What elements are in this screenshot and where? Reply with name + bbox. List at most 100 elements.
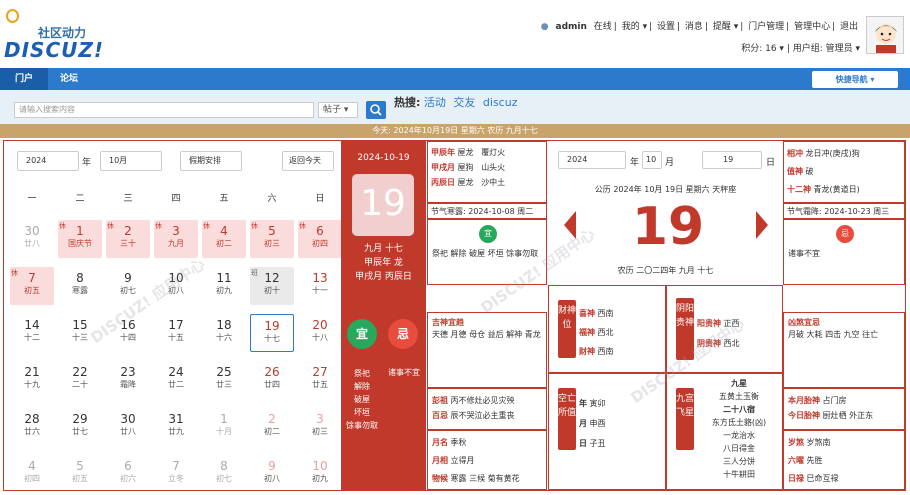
- online-status[interactable]: 在线: [594, 22, 612, 32]
- search-input[interactable]: 请输入搜索内容: [14, 102, 314, 118]
- calendar-day[interactable]: 9 初七: [106, 267, 150, 305]
- search-scope-select[interactable]: 帖子 ▾: [318, 102, 358, 118]
- yi-seal: 宜: [479, 225, 497, 243]
- day-lunar: 十一: [312, 286, 328, 295]
- mid-year-label: 年: [630, 158, 640, 168]
- calendar-day[interactable]: 休 5 初三: [250, 220, 294, 258]
- calendar-day[interactable]: 14 十二: [10, 314, 54, 352]
- holiday-select[interactable]: 假期安排: [180, 151, 242, 171]
- today-button[interactable]: 返回今天: [282, 151, 334, 171]
- day-number: 28: [24, 412, 40, 426]
- calendar-day[interactable]: 16 十四: [106, 314, 150, 352]
- credits-menu[interactable]: 积分: 16 ▾: [741, 44, 784, 54]
- calendar-day[interactable]: 26 廿四: [250, 361, 294, 399]
- calendar-day[interactable]: 28 廿六: [10, 408, 54, 446]
- mid-year-select[interactable]: 2024: [558, 151, 626, 169]
- mid-month-select[interactable]: 10: [642, 151, 662, 169]
- calendar-day[interactable]: 休 7 初五: [10, 267, 54, 305]
- prev-day-arrow[interactable]: [564, 211, 576, 239]
- calendar-day[interactable]: 22 二十: [58, 361, 102, 399]
- day-lunar: 初九: [216, 286, 232, 295]
- avatar[interactable]: [866, 16, 904, 54]
- hot-link[interactable]: 交友: [453, 96, 475, 109]
- day-lunar: 廿七: [72, 427, 88, 436]
- calendar-day[interactable]: 24 廿二: [154, 361, 198, 399]
- day-number: 18: [216, 318, 232, 332]
- holiday-tag: 休: [11, 269, 18, 277]
- calendar-day[interactable]: 休 2 三十: [106, 220, 150, 258]
- calendar-day[interactable]: 18 十六: [202, 314, 246, 352]
- suisha-box: 岁煞 岁煞南 六曜 先胜 日禄 巳命互禄: [783, 430, 905, 490]
- calendar-day[interactable]: 30 廿八: [10, 220, 54, 258]
- quick-nav-button[interactable]: 快捷导航 ▾: [812, 71, 898, 88]
- calendar-day[interactable]: 休 3 九月: [154, 220, 198, 258]
- jiugong-row: 一龙治水: [723, 431, 755, 440]
- day-lunar: 十二: [24, 333, 40, 342]
- calendar-day[interactable]: 10 初八: [154, 267, 198, 305]
- calendar-day[interactable]: 11 初九: [202, 267, 246, 305]
- logout-link[interactable]: 退出: [840, 22, 858, 32]
- calendar-day[interactable]: 25 廿三: [202, 361, 246, 399]
- nav-forum[interactable]: 论坛: [48, 68, 90, 90]
- day-number: 30: [120, 412, 136, 426]
- day-lunar: 十月: [216, 427, 232, 436]
- calendar-day[interactable]: 20 十八: [298, 314, 342, 352]
- calendar-day[interactable]: 休 6 初四: [298, 220, 342, 258]
- calendar-day[interactable]: 1 十月: [202, 408, 246, 446]
- mid-day-select[interactable]: 19: [702, 151, 762, 169]
- portal-admin-link[interactable]: 门户管理: [748, 22, 784, 32]
- calendar-day[interactable]: 17 十五: [154, 314, 198, 352]
- calendar-day[interactable]: 7 立冬: [154, 455, 198, 493]
- nav-portal[interactable]: 门户: [0, 68, 48, 90]
- username-link[interactable]: admin: [556, 22, 587, 32]
- calendar-day[interactable]: 21 十九: [10, 361, 54, 399]
- calendar-day[interactable]: 休 4 初二: [202, 220, 246, 258]
- calendar-day[interactable]: 19 十七: [250, 314, 294, 352]
- calendar-day[interactable]: 13 十一: [298, 267, 342, 305]
- calendar-day[interactable]: 2 初二: [250, 408, 294, 446]
- admin-center-link[interactable]: 管理中心: [794, 22, 830, 32]
- kongwang-row: 月 申酉: [579, 419, 606, 428]
- calendar-day[interactable]: 30 廿八: [106, 408, 150, 446]
- notice-menu[interactable]: 提醒 ▾: [713, 22, 738, 32]
- calendar-day[interactable]: 休 1 国庆节: [58, 220, 102, 258]
- search-button[interactable]: [366, 101, 386, 119]
- weekday-label: 三: [123, 194, 133, 204]
- ji-badge: 忌: [388, 319, 418, 349]
- day-lunar: 初二: [264, 427, 280, 436]
- calendar-day[interactable]: 27 廿五: [298, 361, 342, 399]
- calendar-day[interactable]: 6 初六: [106, 455, 150, 493]
- calendar-day[interactable]: 10 初九: [298, 455, 342, 493]
- calendar-day[interactable]: 23 霜降: [106, 361, 150, 399]
- calendar-day[interactable]: 8 初七: [202, 455, 246, 493]
- usergroup-menu[interactable]: 用户组: 管理员 ▾: [793, 44, 860, 54]
- calendar-day[interactable]: 3 初三: [298, 408, 342, 446]
- calendar-day[interactable]: 15 十三: [58, 314, 102, 352]
- day-number: 31: [168, 412, 184, 426]
- year-label: 年: [82, 158, 92, 168]
- day-number: 29: [72, 412, 88, 426]
- year-select[interactable]: 2024: [17, 151, 79, 171]
- calendar-day[interactable]: 4 初四: [10, 455, 54, 493]
- messages-link[interactable]: 消息: [685, 22, 703, 32]
- mid-month-label: 月: [665, 158, 675, 168]
- yi-item: 破屋: [354, 395, 370, 404]
- yinyang-row: 阴贵神 西北: [697, 339, 740, 348]
- calendar-day[interactable]: 9 初八: [250, 455, 294, 493]
- hot-link[interactable]: 活动: [424, 96, 446, 109]
- day-lunar: 国庆节: [68, 239, 92, 248]
- calendar-day[interactable]: 8 寒露: [58, 267, 102, 305]
- hot-link[interactable]: discuz: [483, 96, 518, 109]
- calendar-day[interactable]: 班 12 初十: [250, 267, 294, 305]
- month-select[interactable]: 10月: [100, 151, 162, 171]
- calendar-day[interactable]: 5 初五: [58, 455, 102, 493]
- next-day-arrow[interactable]: [756, 211, 768, 239]
- calendar-day[interactable]: 29 廿七: [58, 408, 102, 446]
- nongli-text: 农历 二〇二四年 九月 十七: [617, 266, 714, 275]
- calendar-day[interactable]: 31 廿九: [154, 408, 198, 446]
- my-menu[interactable]: 我的 ▾: [622, 22, 647, 32]
- day-number: 1: [220, 412, 228, 426]
- settings-link[interactable]: 设置: [657, 22, 675, 32]
- caishen-row: 福神 西北: [579, 328, 614, 337]
- day-number: 14: [24, 318, 40, 332]
